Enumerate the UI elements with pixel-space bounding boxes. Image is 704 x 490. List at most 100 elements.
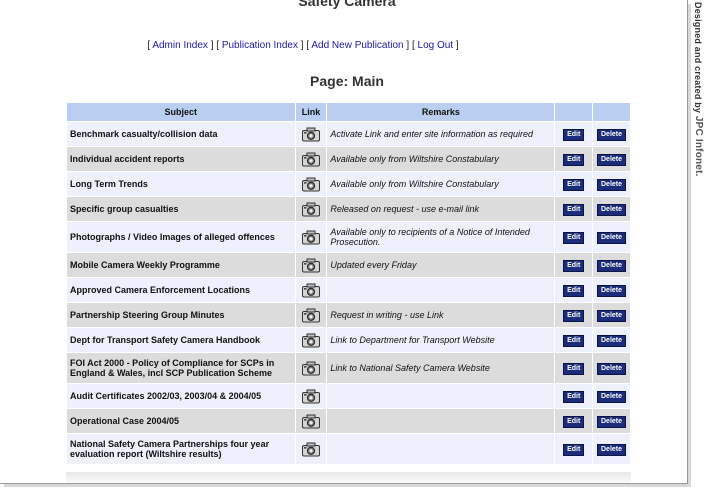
- cropped-next-row: [66, 472, 631, 483]
- camera-icon[interactable]: [301, 230, 321, 244]
- nav-add-new-publication-link[interactable]: Add New Publication: [311, 40, 403, 51]
- camera-icon[interactable]: [301, 308, 321, 322]
- delete-button[interactable]: Delete: [597, 231, 627, 244]
- edit-button[interactable]: Edit: [563, 309, 585, 322]
- edit-button[interactable]: Edit: [563, 178, 585, 191]
- row-link-cell[interactable]: [295, 122, 327, 146]
- row-subject: Audit Certificates 2002/03, 2003/04 & 20…: [67, 384, 295, 408]
- camera-icon[interactable]: [301, 442, 321, 456]
- delete-button[interactable]: Delete: [597, 334, 627, 347]
- camera-icon[interactable]: [301, 127, 321, 141]
- camera-icon[interactable]: [301, 177, 321, 191]
- column-header-edit: [555, 103, 593, 121]
- edit-button[interactable]: Edit: [563, 415, 585, 428]
- row-subject: Dept for Transport Safety Camera Handboo…: [67, 328, 295, 352]
- table-row: National Safety Camera Partnerships four…: [67, 434, 630, 464]
- camera-icon[interactable]: [301, 361, 321, 375]
- row-remarks: [327, 384, 555, 408]
- column-header-delete: [593, 103, 630, 121]
- edit-button[interactable]: Edit: [563, 128, 585, 141]
- row-edit-cell: Edit: [555, 328, 593, 352]
- table-row: Partnership Steering Group Minutes Reques…: [67, 303, 630, 327]
- row-delete-cell: Delete: [593, 172, 630, 196]
- row-link-cell[interactable]: [295, 222, 327, 252]
- row-remarks: Available only to recipients of a Notice…: [327, 222, 555, 252]
- camera-icon[interactable]: [301, 283, 321, 297]
- row-link-cell[interactable]: [295, 197, 327, 221]
- delete-button[interactable]: Delete: [597, 443, 627, 456]
- camera-icon[interactable]: [301, 389, 321, 403]
- table-row: Individual accident reports Available onl…: [67, 147, 630, 171]
- row-delete-cell: Delete: [593, 353, 630, 383]
- delete-button[interactable]: Delete: [597, 362, 627, 375]
- row-edit-cell: Edit: [555, 409, 593, 433]
- edit-button[interactable]: Edit: [563, 390, 585, 403]
- row-link-cell[interactable]: [295, 147, 327, 171]
- camera-icon[interactable]: [301, 202, 321, 216]
- publications-table: Subject Link Remarks Benchmark casualty/…: [66, 102, 631, 465]
- delete-button[interactable]: Delete: [597, 178, 627, 191]
- row-link-cell[interactable]: [295, 409, 327, 433]
- row-remarks: Link to Department for Transport Website: [327, 328, 555, 352]
- edit-button[interactable]: Edit: [563, 203, 585, 216]
- row-link-cell[interactable]: [295, 434, 327, 464]
- row-link-cell[interactable]: [295, 253, 327, 277]
- delete-button[interactable]: Delete: [597, 390, 627, 403]
- site-title: Safety Camera: [298, 0, 396, 9]
- row-subject: FOI Act 2000 - Policy of Compliance for …: [67, 353, 295, 383]
- edit-button[interactable]: Edit: [563, 362, 585, 375]
- delete-button[interactable]: Delete: [597, 259, 627, 272]
- row-subject: National Safety Camera Partnerships four…: [67, 434, 295, 464]
- nav-publication-index-link[interactable]: Publication Index: [222, 40, 298, 51]
- table-row: Operational Case 2004/05 Edit Delete: [67, 409, 630, 433]
- row-remarks: Released on request - use e-mail link: [327, 197, 555, 221]
- table-body: Benchmark casualty/collision data Activat…: [67, 122, 630, 464]
- delete-button[interactable]: Delete: [597, 203, 627, 216]
- table-row: Approved Camera Enforcement Locations Edi…: [67, 278, 630, 302]
- row-link-cell[interactable]: [295, 328, 327, 352]
- credit-brand: JPC Infonet.: [693, 115, 704, 177]
- row-edit-cell: Edit: [555, 222, 593, 252]
- row-link-cell[interactable]: [295, 278, 327, 302]
- row-subject: Mobile Camera Weekly Programme: [67, 253, 295, 277]
- table-header-row: Subject Link Remarks: [67, 103, 630, 121]
- row-remarks: [327, 409, 555, 433]
- admin-nav: [ Admin Index ] [ Publication Index ] [ …: [147, 40, 459, 51]
- row-delete-cell: Delete: [593, 253, 630, 277]
- table-row: Long Term Trends Available only from Wilt…: [67, 172, 630, 196]
- row-delete-cell: Delete: [593, 409, 630, 433]
- table-row: Benchmark casualty/collision data Activat…: [67, 122, 630, 146]
- row-delete-cell: Delete: [593, 434, 630, 464]
- nav-log-out-link[interactable]: Log Out: [418, 40, 454, 51]
- edit-button[interactable]: Edit: [563, 334, 585, 347]
- row-link-cell[interactable]: [295, 303, 327, 327]
- row-remarks: [327, 434, 555, 464]
- edit-button[interactable]: Edit: [563, 259, 585, 272]
- table-row: Photographs / Video Images of alleged of…: [67, 222, 630, 252]
- row-edit-cell: Edit: [555, 253, 593, 277]
- nav-admin-index-link[interactable]: Admin Index: [152, 40, 208, 51]
- delete-button[interactable]: Delete: [597, 128, 627, 141]
- delete-button[interactable]: Delete: [597, 153, 627, 166]
- column-header-link: Link: [295, 103, 327, 121]
- camera-icon[interactable]: [301, 152, 321, 166]
- delete-button[interactable]: Delete: [597, 415, 627, 428]
- edit-button[interactable]: Edit: [563, 443, 585, 456]
- camera-icon[interactable]: [301, 333, 321, 347]
- row-delete-cell: Delete: [593, 303, 630, 327]
- row-remarks: Link to National Safety Camera Website: [327, 353, 555, 383]
- row-link-cell[interactable]: [295, 353, 327, 383]
- delete-button[interactable]: Delete: [597, 284, 627, 297]
- delete-button[interactable]: Delete: [597, 309, 627, 322]
- table-row: FOI Act 2000 - Policy of Compliance for …: [67, 353, 630, 383]
- edit-button[interactable]: Edit: [563, 153, 585, 166]
- camera-icon[interactable]: [301, 258, 321, 272]
- row-link-cell[interactable]: [295, 384, 327, 408]
- table-row: Specific group casualties Released on req…: [67, 197, 630, 221]
- row-link-cell[interactable]: [295, 172, 327, 196]
- edit-button[interactable]: Edit: [563, 231, 585, 244]
- camera-icon[interactable]: [301, 414, 321, 428]
- row-edit-cell: Edit: [555, 122, 593, 146]
- row-remarks: Activate Link and enter site information…: [327, 122, 555, 146]
- edit-button[interactable]: Edit: [563, 284, 585, 297]
